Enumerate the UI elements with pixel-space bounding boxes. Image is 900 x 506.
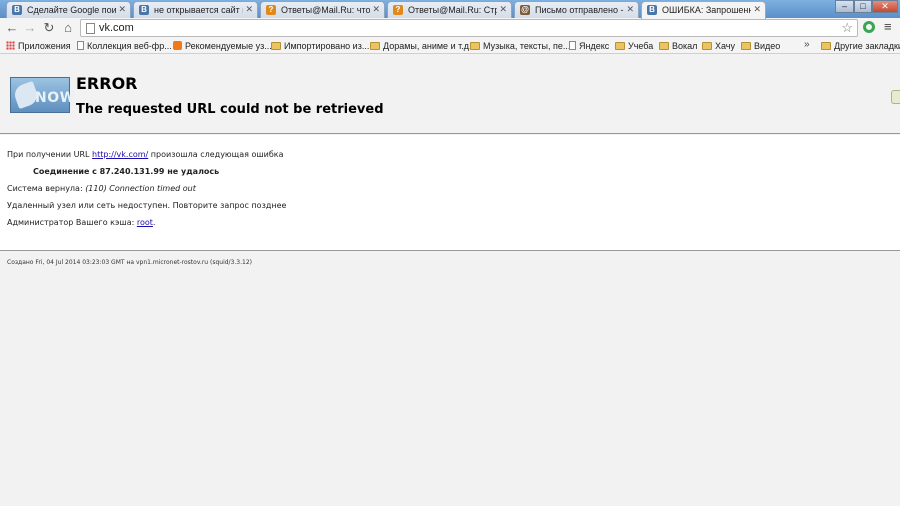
page-icon bbox=[86, 23, 95, 34]
bookmark-item[interactable]: Коллекция веб-фр... bbox=[77, 40, 172, 52]
page-icon bbox=[569, 41, 576, 50]
folder-icon bbox=[741, 42, 751, 50]
error-title: ERROR bbox=[76, 74, 138, 93]
bookmark-label: Вокал bbox=[672, 41, 698, 51]
mail-answers-icon: ? bbox=[393, 5, 403, 15]
admin-email-link[interactable]: root bbox=[137, 218, 153, 227]
tab-title: Сделайте Google поиско bbox=[27, 5, 116, 15]
tab-title: Письмо отправлено - от bbox=[535, 5, 624, 15]
bookmarks-overflow-button[interactable]: » bbox=[804, 39, 810, 50]
error-footer: Создано Fri, 04 Jul 2014 03:23:03 GMT на… bbox=[7, 259, 253, 266]
bookmark-label: Видео bbox=[754, 41, 781, 51]
bookmark-item[interactable]: Рекомендуемые уз... bbox=[173, 40, 272, 52]
minimize-button[interactable]: – bbox=[835, 0, 854, 13]
error-line-system: Система вернула: (110) Connection timed … bbox=[7, 184, 196, 193]
error-header: NOW ERROR The requested URL could not be… bbox=[0, 55, 900, 134]
bookmark-folder[interactable]: Импортировано из... bbox=[271, 40, 369, 52]
text: Администратор Вашего кэша: bbox=[7, 218, 137, 227]
tab-title: Ответы@Mail.Ru: Стран bbox=[408, 5, 497, 15]
bookmark-label: Другие закладки bbox=[834, 41, 900, 51]
bookmark-label: Коллекция веб-фр... bbox=[87, 41, 172, 51]
close-icon[interactable]: ✕ bbox=[626, 4, 634, 15]
tab-5[interactable]: @ Письмо отправлено - от ✕ bbox=[514, 1, 639, 18]
folder-icon bbox=[659, 42, 669, 50]
tab-3[interactable]: ? Ответы@Mail.Ru: что де ✕ bbox=[260, 1, 385, 18]
folder-icon bbox=[821, 42, 831, 50]
close-icon[interactable]: ✕ bbox=[372, 4, 380, 15]
bookmark-label: Приложения bbox=[18, 41, 71, 51]
error-subtitle: The requested URL could not be retrieved bbox=[76, 102, 384, 117]
error-line-url: При получении URL http://vk.com/ произош… bbox=[7, 150, 284, 159]
bookmark-label: Рекомендуемые уз... bbox=[185, 41, 272, 51]
menu-icon[interactable]: ≡ bbox=[884, 19, 892, 34]
error-line-unreachable: Удаленный узел или сеть недоступен. Повт… bbox=[7, 201, 287, 210]
bookmark-label: Хачу bbox=[715, 41, 735, 51]
requested-url-link[interactable]: http://vk.com/ bbox=[92, 150, 148, 159]
tab-2[interactable]: В не открывается сайт вкс ✕ bbox=[133, 1, 258, 18]
other-bookmarks[interactable]: Другие закладки bbox=[821, 40, 900, 52]
mailbox-icon: @ bbox=[520, 5, 530, 15]
text: При получении URL bbox=[7, 150, 93, 159]
url-input[interactable] bbox=[99, 21, 819, 35]
vk-icon: В bbox=[12, 5, 22, 15]
text: Система вернула: bbox=[7, 184, 86, 193]
close-icon[interactable]: ✕ bbox=[118, 4, 126, 15]
forward-button[interactable]: → bbox=[22, 20, 38, 36]
error-line-admin: Администратор Вашего кэша: root. bbox=[7, 218, 155, 227]
bookmark-folder[interactable]: Хачу bbox=[702, 40, 735, 52]
error-details: При получении URL http://vk.com/ произош… bbox=[0, 135, 900, 251]
tab-title: не открывается сайт вкс bbox=[154, 5, 243, 15]
vk-icon: В bbox=[139, 5, 149, 15]
text: . bbox=[152, 218, 156, 227]
mail-answers-icon: ? bbox=[266, 5, 276, 15]
bookmark-folder[interactable]: Учеба bbox=[615, 40, 653, 52]
error-code: (110) Connection timed out bbox=[85, 184, 196, 193]
tab-6-active[interactable]: В ОШИБКА: Запрошенный ✕ bbox=[641, 1, 766, 19]
bookmark-label: Дорамы, аниме и т.д. bbox=[383, 41, 472, 51]
bookmark-label: Яндекс bbox=[579, 41, 610, 51]
toolbar: ← → ↻ ⌂ ☆ bbox=[0, 18, 900, 38]
folder-icon bbox=[271, 42, 281, 50]
apps-icon bbox=[6, 41, 15, 50]
close-icon[interactable]: ✕ bbox=[499, 4, 507, 15]
bookmark-label: Учеба bbox=[628, 41, 654, 51]
tab-title: ОШИБКА: Запрошенный bbox=[662, 5, 751, 15]
tab-strip: В Сделайте Google поиско ✕ В не открывае… bbox=[0, 0, 900, 19]
page-icon bbox=[77, 41, 84, 50]
vk-icon: В bbox=[647, 5, 657, 15]
bookmark-folder[interactable]: Музыка, тексты, пе... bbox=[470, 40, 570, 52]
folder-icon bbox=[470, 42, 480, 50]
squid-logo: NOW bbox=[10, 77, 75, 113]
bookmark-item[interactable]: Яндекс bbox=[569, 40, 609, 52]
logo-text: NOW bbox=[35, 90, 76, 106]
bookmark-folder[interactable]: Вокал bbox=[659, 40, 697, 52]
close-icon[interactable]: ✕ bbox=[753, 4, 761, 15]
bookmarks-bar: Приложения Коллекция веб-фр... Рекоменду… bbox=[0, 38, 900, 54]
side-panel-tab[interactable] bbox=[891, 90, 900, 104]
bookmark-star-icon[interactable]: ☆ bbox=[841, 20, 853, 36]
bookmark-apps[interactable]: Приложения bbox=[6, 40, 71, 52]
folder-icon bbox=[702, 42, 712, 50]
text: произошла следующая ошибка bbox=[148, 150, 284, 159]
reload-button[interactable]: ↻ bbox=[41, 20, 57, 36]
folder-icon bbox=[615, 42, 625, 50]
bookmark-label: Музыка, тексты, пе... bbox=[483, 41, 571, 51]
tab-1[interactable]: В Сделайте Google поиско ✕ bbox=[6, 1, 131, 18]
extension-icon[interactable] bbox=[863, 21, 875, 33]
tab-4[interactable]: ? Ответы@Mail.Ru: Стран ✕ bbox=[387, 1, 512, 18]
bookmark-folder[interactable]: Дорамы, аниме и т.д. bbox=[370, 40, 471, 52]
home-button[interactable]: ⌂ bbox=[60, 20, 76, 36]
maximize-button[interactable]: □ bbox=[854, 0, 872, 13]
bookmark-folder[interactable]: Видео bbox=[741, 40, 780, 52]
bookmark-label: Импортировано из... bbox=[284, 41, 370, 51]
page-content: NOW ERROR The requested URL could not be… bbox=[0, 55, 900, 506]
address-bar[interactable]: ☆ bbox=[80, 19, 858, 37]
folder-icon bbox=[370, 42, 380, 50]
back-button[interactable]: ← bbox=[4, 20, 20, 36]
window-close-button[interactable]: ✕ bbox=[872, 0, 898, 13]
close-icon[interactable]: ✕ bbox=[245, 4, 253, 15]
error-line-connection: Соединение с 87.240.131.99 не удалось bbox=[33, 167, 220, 176]
orange-icon bbox=[173, 41, 182, 50]
tab-title: Ответы@Mail.Ru: что де bbox=[281, 5, 370, 15]
